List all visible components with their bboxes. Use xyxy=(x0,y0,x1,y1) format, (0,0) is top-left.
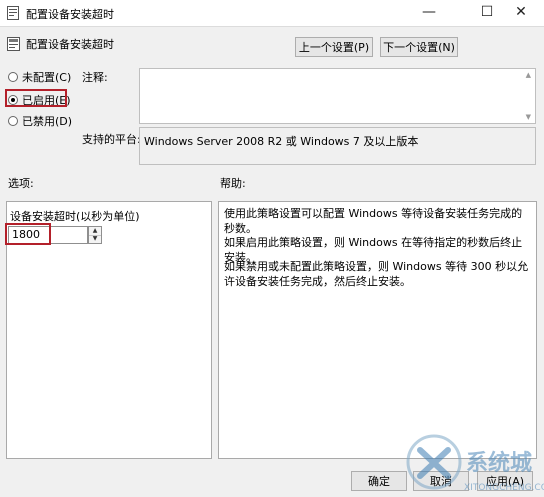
spin-down-icon[interactable]: ▼ xyxy=(89,235,101,243)
cancel-button[interactable]: 取消 xyxy=(413,471,469,491)
options-label: 选项: xyxy=(8,177,34,190)
timeout-spinner[interactable]: ▲ ▼ xyxy=(88,226,102,244)
enabled-highlight-box xyxy=(5,89,67,107)
apply-button[interactable]: 应用(A) xyxy=(477,471,533,491)
scroll-down-icon[interactable]: ▼ xyxy=(526,113,531,121)
radio-circle-icon xyxy=(8,72,18,82)
help-paragraph: 如果禁用或未配置此策略设置，则 Windows 等待 300 秒以允许设备安装任… xyxy=(224,260,529,288)
help-paragraph: 使用此策略设置可以配置 Windows 等待设备安装任务完成的秒数。 xyxy=(224,207,523,235)
setting-title: 配置设备安装超时 xyxy=(26,38,114,51)
window-title: 配置设备安装超时 xyxy=(26,8,114,21)
ok-button[interactable]: 确定 xyxy=(351,471,407,491)
radio-label: 已禁用(D) xyxy=(22,115,73,128)
comment-label: 注释: xyxy=(82,71,108,84)
radio-disabled[interactable]: 已禁用(D) xyxy=(8,114,72,128)
radio-circle-icon xyxy=(8,116,18,126)
help-label: 帮助: xyxy=(220,177,246,190)
next-setting-button[interactable]: 下一个设置(N) xyxy=(380,37,458,57)
policy-app-icon xyxy=(7,6,19,20)
setting-icon xyxy=(7,37,20,51)
radio-not-configured[interactable]: 未配置(C) xyxy=(8,70,71,84)
timeout-highlight-box xyxy=(5,223,51,245)
comment-textarea[interactable]: ▲ ▼ xyxy=(139,68,536,124)
minimize-button[interactable]: — xyxy=(406,0,452,26)
previous-setting-button[interactable]: 上一个设置(P) xyxy=(295,37,373,57)
timeout-label: 设备安装超时(以秒为单位) xyxy=(10,210,140,223)
platform-value: Windows Server 2008 R2 或 Windows 7 及以上版本 xyxy=(139,127,536,165)
close-button[interactable]: ✕ xyxy=(498,0,544,26)
radio-label: 未配置(C) xyxy=(22,71,72,84)
scroll-up-icon[interactable]: ▲ xyxy=(526,71,531,79)
platform-label: 支持的平台: xyxy=(82,133,141,146)
